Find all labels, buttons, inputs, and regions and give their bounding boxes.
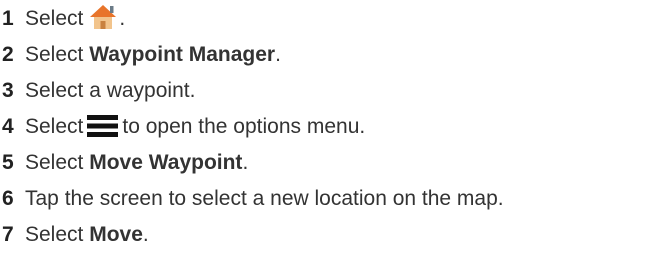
- step-text-after: .: [275, 43, 281, 66]
- step-6: 6 Tap the screen to select a new locatio…: [0, 182, 504, 216]
- step-text: Tap the screen to select a new location …: [25, 187, 504, 210]
- step-text-after: .: [142, 223, 149, 246]
- step-number: 5: [2, 151, 14, 174]
- ui-term-waypoint-manager: Waypoint Manager: [89, 43, 276, 66]
- step-text-after: to open the options menu.: [122, 115, 366, 138]
- step-text-after: .: [119, 7, 126, 30]
- instruction-steps: 1 Select . 2 Select Waypoint Manager . 3…: [0, 0, 655, 277]
- step-3: 3 Select a waypoint.: [0, 74, 195, 108]
- step-2: 2 Select Waypoint Manager .: [0, 38, 281, 72]
- step-1: 1 Select .: [0, 2, 125, 36]
- ui-term-move-waypoint: Move Waypoint: [89, 151, 243, 174]
- step-number: 6: [2, 187, 14, 210]
- step-text-before: Select: [25, 7, 84, 30]
- menu-icon: [87, 115, 119, 137]
- step-number: 4: [2, 115, 14, 138]
- step-text: Select a waypoint.: [25, 79, 196, 102]
- step-number: 3: [2, 79, 14, 102]
- step-number: 7: [2, 223, 14, 246]
- step-5: 5 Select Move Waypoint .: [0, 146, 248, 180]
- ui-term-move: Move: [89, 223, 143, 246]
- step-4: 4 Select to open the options menu.: [0, 110, 365, 144]
- step-number: 2: [2, 43, 14, 66]
- step-text-before: Select: [25, 43, 90, 66]
- step-text-after: .: [242, 151, 249, 174]
- step-text-before: Select: [25, 115, 84, 138]
- step-7: 7 Select Move .: [0, 218, 149, 252]
- home-icon: [90, 5, 117, 29]
- step-text-before: Select: [25, 151, 90, 174]
- step-number: 1: [2, 7, 14, 30]
- step-text-before: Select: [25, 223, 90, 246]
